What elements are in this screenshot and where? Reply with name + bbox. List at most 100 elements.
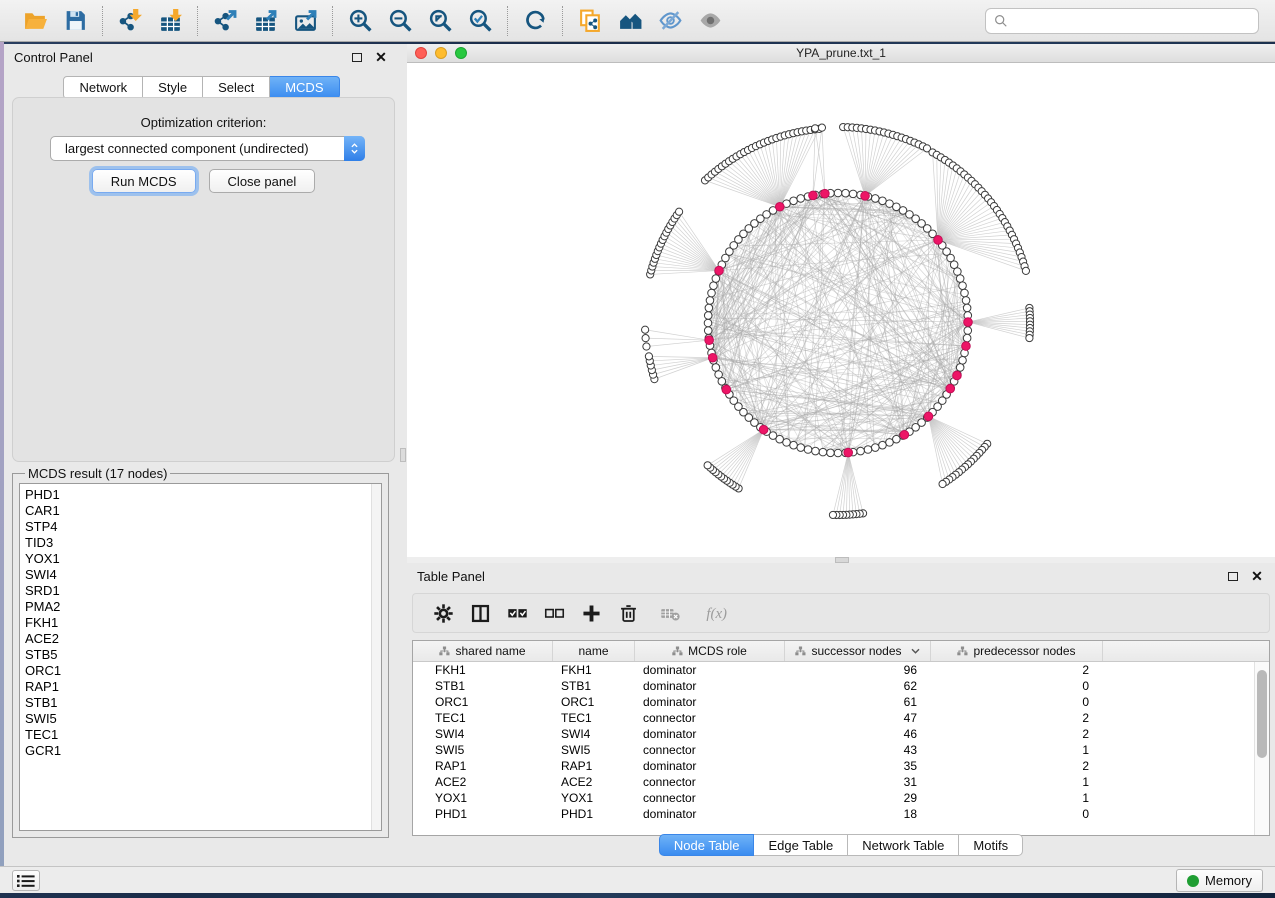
mcds-result-item[interactable]: PHD1	[25, 487, 381, 503]
run-mcds-button[interactable]: Run MCDS	[92, 169, 196, 193]
settings-gear-button[interactable]	[433, 603, 454, 624]
column-header-shared-name[interactable]: shared name	[413, 641, 553, 661]
optimization-criterion-label: Optimization criterion:	[13, 115, 394, 130]
table-cell: 62	[785, 679, 931, 693]
control-panel-float-button[interactable]	[349, 49, 365, 65]
delete-column-button[interactable]	[618, 603, 639, 624]
mcds-result-item[interactable]: RAP1	[25, 679, 381, 695]
deselect-all-icon	[544, 603, 565, 624]
table-row[interactable]: ORC1ORC1dominator610	[413, 694, 1269, 710]
table-panel-close-button[interactable]: ✕	[1249, 568, 1265, 584]
tab-select[interactable]: Select	[203, 76, 270, 99]
export-image-button[interactable]	[290, 6, 320, 36]
table-cell: 0	[931, 679, 1103, 693]
show-all-button[interactable]	[695, 6, 725, 36]
mcds-result-item[interactable]: SWI4	[25, 567, 381, 583]
mcds-result-item[interactable]: STB1	[25, 695, 381, 711]
zoom-in-button[interactable]	[345, 6, 375, 36]
mcds-result-item[interactable]: YOX1	[25, 551, 381, 567]
criterion-dropdown[interactable]: largest connected component (undirected)	[50, 136, 365, 161]
table-row[interactable]: RAP1RAP1dominator352	[413, 758, 1269, 774]
table-cell: 29	[785, 791, 931, 805]
table-row[interactable]: YOX1YOX1connector291	[413, 790, 1269, 806]
table-row[interactable]: SWI5SWI5connector431	[413, 742, 1269, 758]
mcds-result-item[interactable]: STP4	[25, 519, 381, 535]
column-header-successor-nodes[interactable]: successor nodes	[785, 641, 931, 661]
criterion-dropdown-value: largest connected component (undirected)	[51, 141, 344, 156]
table-row[interactable]: FKH1FKH1dominator962	[413, 662, 1269, 678]
import-table-button[interactable]	[155, 6, 185, 36]
table-row[interactable]: PHD1PHD1dominator180	[413, 806, 1269, 822]
export-network-button[interactable]	[210, 6, 240, 36]
mcds-result-item[interactable]: FKH1	[25, 615, 381, 631]
zoom-fit-button[interactable]	[425, 6, 455, 36]
save-session-button[interactable]	[60, 6, 90, 36]
mcds-result-item[interactable]: GCR1	[25, 743, 381, 759]
mcds-result-title: MCDS result (17 nodes)	[25, 466, 170, 481]
mcds-result-item[interactable]: ACE2	[25, 631, 381, 647]
hide-selected-button[interactable]	[655, 6, 685, 36]
control-panel: Control Panel ✕ NetworkStyleSelectMCDS O…	[4, 44, 399, 866]
mcds-result-item[interactable]: SWI5	[25, 711, 381, 727]
search-input[interactable]	[1008, 9, 1258, 33]
table-cell: PHD1	[553, 807, 635, 821]
column-header-predecessor-nodes[interactable]: predecessor nodes	[931, 641, 1103, 661]
network-canvas[interactable]	[407, 63, 1275, 557]
node-table-scrollbar[interactable]	[1254, 662, 1269, 835]
mcds-result-item[interactable]: ORC1	[25, 663, 381, 679]
tab-network-table[interactable]: Network Table	[848, 834, 959, 856]
vertical-splitter[interactable]	[399, 44, 407, 866]
table-cell: 1	[931, 743, 1103, 757]
search-icon	[994, 14, 1008, 28]
zoom-selected-button[interactable]	[465, 6, 495, 36]
function-builder-button[interactable]: f(x)	[701, 603, 731, 624]
search-box[interactable]	[985, 8, 1259, 34]
table-row[interactable]: ACE2ACE2connector311	[413, 774, 1269, 790]
select-all-button[interactable]	[507, 603, 528, 624]
table-row[interactable]: SWI4SWI4dominator462	[413, 726, 1269, 742]
deselect-all-button[interactable]	[544, 603, 565, 624]
table-row[interactable]: STB1STB1dominator620	[413, 678, 1269, 694]
zoom-out-button[interactable]	[385, 6, 415, 36]
mcds-result-item[interactable]: TEC1	[25, 727, 381, 743]
float-icon	[352, 53, 362, 62]
memory-button[interactable]: Memory	[1176, 869, 1263, 892]
table-cell: 2	[931, 711, 1103, 725]
delete-table-button[interactable]	[655, 603, 685, 624]
tab-mcds[interactable]: MCDS	[270, 76, 339, 99]
refresh-button[interactable]	[520, 6, 550, 36]
zoom-in-icon	[348, 8, 373, 33]
tab-network[interactable]: Network	[63, 76, 143, 99]
first-neighbors-button[interactable]	[615, 6, 645, 36]
tab-node-table[interactable]: Node Table	[659, 834, 755, 856]
duplicate-network-button[interactable]	[575, 6, 605, 36]
table-cell: 96	[785, 663, 931, 677]
open-session-button[interactable]	[20, 6, 50, 36]
mcds-result-item[interactable]: CAR1	[25, 503, 381, 519]
column-header-MCDS-role[interactable]: MCDS role	[635, 641, 785, 661]
mcds-result-item[interactable]: TID3	[25, 535, 381, 551]
add-column-button[interactable]	[581, 603, 602, 624]
table-cell: STB1	[413, 679, 553, 693]
toggle-columns-button[interactable]	[470, 603, 491, 624]
panel-list-button[interactable]	[12, 870, 40, 891]
mcds-result-item[interactable]: STB5	[25, 647, 381, 663]
table-row[interactable]: TEC1TEC1connector472	[413, 710, 1269, 726]
toolbar-group	[103, 6, 197, 36]
close-panel-button[interactable]: Close panel	[209, 169, 316, 193]
mcds-result-list[interactable]: PHD1CAR1STP4TID3YOX1SWI4SRD1PMA2FKH1ACE2…	[19, 483, 382, 831]
control-panel-close-button[interactable]: ✕	[373, 49, 389, 65]
export-table-button[interactable]	[250, 6, 280, 36]
column-header-name[interactable]: name	[553, 641, 635, 661]
vertical-splitter-handle[interactable]	[400, 448, 406, 462]
import-network-button[interactable]	[115, 6, 145, 36]
tab-edge-table[interactable]: Edge Table	[754, 834, 848, 856]
tab-style[interactable]: Style	[143, 76, 203, 99]
table-panel-float-button[interactable]	[1225, 568, 1241, 584]
table-cell: dominator	[635, 695, 785, 709]
mcds-result-item[interactable]: SRD1	[25, 583, 381, 599]
scrollbar-thumb[interactable]	[1257, 670, 1267, 758]
mcds-result-scrollbar[interactable]	[371, 484, 381, 830]
tab-motifs[interactable]: Motifs	[959, 834, 1023, 856]
mcds-result-item[interactable]: PMA2	[25, 599, 381, 615]
